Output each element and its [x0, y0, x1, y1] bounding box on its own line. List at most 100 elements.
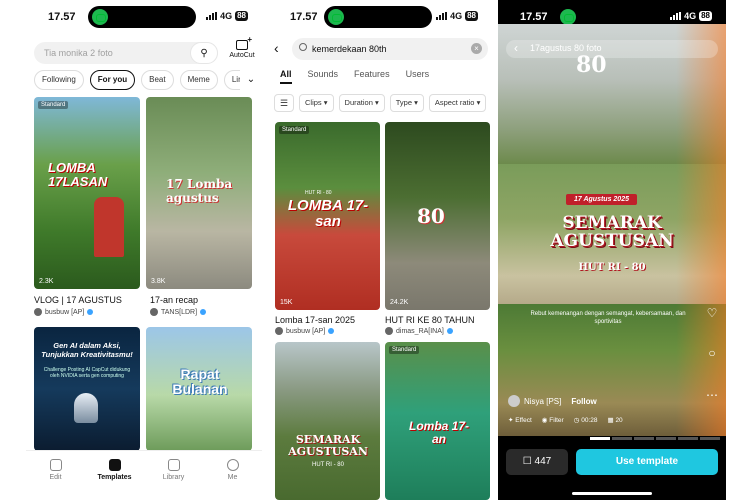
filter-label: Duration	[344, 98, 373, 107]
follow-button[interactable]: Follow	[571, 397, 596, 406]
standard-badge: Standard	[389, 346, 420, 354]
verified-icon	[446, 328, 453, 334]
tab-users[interactable]: Users	[406, 69, 430, 84]
chip-for-you[interactable]: For you	[89, 70, 136, 90]
filter-clips[interactable]: Clips ▾	[299, 94, 334, 112]
filter-tag[interactable]: ◉ Filter	[542, 416, 564, 424]
search-input[interactable]: kemerdekaan 80th ×	[292, 38, 488, 60]
template-card[interactable]: Gen AI dalam Aksi, Tunjukkan Kreativitas…	[34, 327, 140, 451]
clips-label: 20	[615, 417, 623, 424]
template-card[interactable]: 80 24.2K	[385, 122, 490, 310]
author-name: busbuw [AP]	[45, 308, 85, 316]
tab-features[interactable]: Features	[354, 69, 390, 84]
trophy-icon	[74, 393, 98, 423]
creator-name[interactable]: Nisya [PS]	[524, 397, 561, 406]
caption-text: Rebut kemenangan dengan semangat, kebers…	[530, 311, 686, 325]
avatar	[385, 327, 393, 335]
likes-count: 24.2K	[390, 299, 409, 306]
card-title[interactable]: HUT RI KE 80 TAHUN	[385, 315, 475, 325]
home-indicator	[572, 492, 652, 495]
effect-label: Effect	[515, 417, 532, 424]
search-query: kemerdekaan 80th	[312, 44, 387, 54]
likes-count: 2.3K	[39, 278, 54, 285]
person-icon	[226, 459, 239, 471]
video-preview[interactable]: 80 17 Agustus 2025 SEMARAK AGUSTUSAN HUT…	[498, 24, 726, 436]
clip-progress-bar[interactable]	[590, 437, 720, 440]
network-label: 4G	[684, 11, 697, 21]
author-name: busbuw [AP]	[286, 327, 326, 335]
card-title[interactable]: 17-an recap	[150, 295, 198, 305]
more-icon[interactable]: ⋯	[704, 388, 720, 404]
card-author[interactable]: dimas_RA[INA]	[385, 327, 453, 335]
template-card[interactable]: Standard Lomba 17-an	[385, 342, 490, 500]
author-name: TANS[LDR]	[161, 308, 198, 316]
tab-me[interactable]: Me	[203, 451, 262, 500]
template-card[interactable]: Standard LOMBA 17LASAN 2.3K	[34, 97, 140, 289]
battery-icon: 88	[465, 11, 478, 21]
bottom-tab-bar: Edit Templates Library Me	[26, 450, 262, 500]
filter-type[interactable]: Type ▾	[389, 94, 424, 112]
chevron-down-icon[interactable]: ⌄	[240, 70, 262, 90]
tab-sounds[interactable]: Sounds	[308, 69, 339, 84]
autocut-button[interactable]: AutoCut	[226, 35, 258, 59]
template-card[interactable]: Standard HUT RI - 80 LOMBA 17-san 15K	[275, 122, 380, 310]
card-author[interactable]: TANS[LDR]	[150, 308, 207, 316]
tab-label: Me	[227, 474, 238, 481]
effect-tag[interactable]: ✦ Effect	[508, 416, 532, 424]
tab-library[interactable]: Library	[144, 451, 203, 500]
verified-icon	[328, 328, 335, 334]
duration-label: 00:28	[581, 417, 598, 424]
template-card[interactable]: SEMARAK AGUSTUSAN HUT RI - 80	[275, 342, 380, 500]
templates-home-screen: 17.57 4G 88 Tia monika 2 foto ⚲ AutoCut …	[26, 0, 262, 500]
tab-all[interactable]: All	[280, 69, 292, 84]
folder-icon	[167, 459, 180, 471]
card-overlay-text: Rapat Bulanan	[172, 366, 228, 397]
date-banner: 17 Agustus 2025	[566, 194, 637, 205]
battery-icon: 88	[699, 11, 712, 21]
template-card[interactable]: Rapat Bulanan	[146, 327, 252, 451]
card-author[interactable]: busbuw [AP]	[34, 308, 94, 316]
autocut-label: AutoCut	[229, 52, 255, 59]
dynamic-island	[324, 6, 432, 28]
chip-meme[interactable]: Meme	[179, 70, 218, 90]
verified-icon	[200, 309, 207, 315]
search-input[interactable]: Tia monika 2 foto ⚲	[34, 42, 218, 64]
likes-count: 15K	[280, 299, 293, 306]
card-title[interactable]: VLOG | 17 AGUSTUS	[34, 295, 122, 305]
likes-count: 3.8K	[151, 278, 166, 285]
filter-label: Clips	[305, 98, 322, 107]
chip-following[interactable]: Following	[34, 70, 84, 90]
card-author[interactable]: busbuw [AP]	[275, 327, 335, 335]
child-figure	[94, 197, 124, 257]
search-icon[interactable]: ⚲	[190, 42, 218, 64]
filter-label: Type	[395, 98, 413, 107]
duration-tag: ◷ 00:28	[573, 417, 598, 424]
preview-search-bar[interactable]: ‹ 17agustus 80 foto	[506, 40, 718, 58]
battery-icon: 88	[235, 11, 248, 21]
tab-edit[interactable]: Edit	[26, 451, 85, 500]
heart-icon[interactable]: ♡	[704, 306, 720, 322]
back-arrow-icon[interactable]: ‹	[514, 41, 518, 55]
clear-icon[interactable]: ×	[471, 43, 482, 54]
filter-sliders-icon[interactable]: ☰	[274, 94, 294, 112]
tab-templates[interactable]: Templates	[85, 451, 144, 500]
template-card[interactable]: 17 Lomba agustus 3.8K	[146, 97, 252, 289]
card-overlay-text: 17 Lomba agustus	[166, 177, 233, 205]
avatar[interactable]	[508, 395, 520, 407]
network-label: 4G	[220, 11, 233, 21]
card-headline: Gen AI dalam Aksi, Tunjukkan Kreativitas…	[41, 341, 133, 359]
filter-duration[interactable]: Duration ▾	[338, 94, 385, 112]
avatar	[275, 327, 283, 335]
preview-search-text: 17agustus 80 foto	[530, 43, 602, 53]
capcut-record-icon	[560, 9, 576, 25]
back-arrow-icon[interactable]: ‹	[274, 40, 279, 56]
tab-label: Edit	[49, 474, 62, 481]
save-template-button[interactable]: ☐ 447	[506, 449, 568, 475]
chip-beat[interactable]: Beat	[141, 70, 174, 90]
filter-aspect-ratio[interactable]: Aspect ratio ▾	[428, 94, 487, 112]
card-title[interactable]: Lomba 17-san 2025	[275, 315, 355, 325]
card-overlay-text: LOMBA 17-san	[287, 197, 369, 230]
use-template-button[interactable]: Use template	[576, 449, 718, 475]
comment-icon[interactable]: ○	[704, 346, 720, 362]
filter-row: ☰ Clips ▾ Duration ▾ Type ▾ Aspect ratio…	[274, 94, 487, 112]
